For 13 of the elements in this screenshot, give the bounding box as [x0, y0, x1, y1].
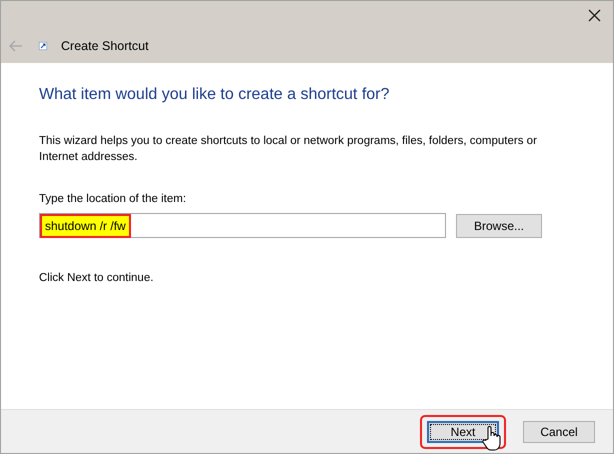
- location-label: Type the location of the item:: [39, 192, 188, 208]
- location-field[interactable]: shutdown /r /fw: [39, 213, 446, 238]
- cancel-button[interactable]: Cancel: [523, 420, 595, 442]
- location-value: shutdown /r /fw: [42, 216, 129, 236]
- description-text: This wizard helps you to create shortcuts to local or network programs, files, folders, computers or Internet addresses.: [39, 134, 538, 165]
- wizard-heading: What item would you like to create a shortcut for?: [39, 85, 390, 104]
- close-button[interactable]: [586, 7, 603, 24]
- window-title: Create Shortcut: [61, 38, 149, 55]
- next-button[interactable]: Next: [427, 420, 499, 442]
- shortcut-icon: [39, 42, 47, 50]
- browse-button[interactable]: Browse...: [456, 214, 542, 238]
- hint-text: Click Next to continue.: [39, 271, 154, 286]
- hand-cursor-icon: [482, 424, 502, 450]
